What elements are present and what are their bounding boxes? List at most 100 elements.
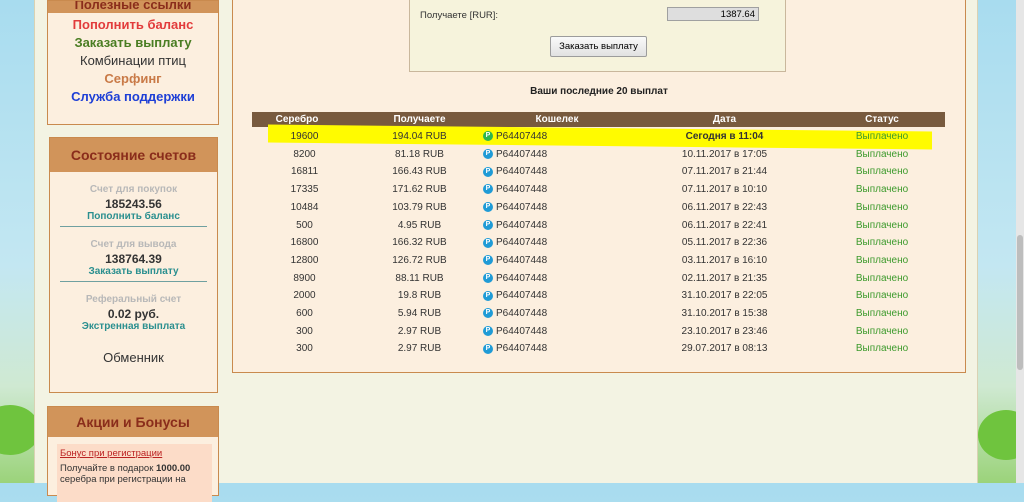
cell-silver: 16811 <box>290 166 319 178</box>
cell-date: 06.11.2017 в 22:41 <box>681 219 768 231</box>
cell-wallet: P P64407448 <box>483 146 593 164</box>
sidebar-link-0[interactable]: Пополнить баланс <box>48 18 218 31</box>
sidebar-link-4[interactable]: Служба поддержки <box>48 90 218 103</box>
cell-silver: 8200 <box>293 148 316 160</box>
wallet-number: P64407448 <box>496 219 548 231</box>
cell-receive: 2.97 RUB <box>397 325 442 337</box>
wallet-number: P64407448 <box>496 148 548 160</box>
payeer-wallet-icon: P <box>483 308 493 319</box>
account-label: Реферальный счет <box>85 294 182 305</box>
promo-text-part1: Получайте в подарок <box>60 463 156 474</box>
account-action-link[interactable]: Экстренная выплата <box>60 321 207 332</box>
exchanger-link[interactable]: Обменник <box>50 350 217 365</box>
cell-date: 31.10.2017 в 15:38 <box>681 308 768 319</box>
receive-amount-field: 1387.64 <box>667 7 759 21</box>
wallet-number: P64407448 <box>496 131 548 142</box>
cell-date: 29.07.2017 в 08:13 <box>681 343 768 355</box>
cell-receive: 2.97 RUB <box>397 343 442 355</box>
cell-status: Выплачено <box>855 201 909 213</box>
wallet-number: P64407448 <box>496 343 548 355</box>
cell-receive: 4.95 RUB <box>397 219 442 231</box>
cell-wallet: P P64407448 <box>483 323 593 341</box>
cell-silver: 300 <box>296 325 313 337</box>
cell-silver: 300 <box>296 343 313 355</box>
cell-receive: 88.11 RUB <box>395 272 444 284</box>
promo-amount: 1000.00 <box>156 463 191 474</box>
payouts-table-title: Ваши последние 20 выплат <box>530 86 668 97</box>
cell-silver: 8900 <box>293 272 316 284</box>
payout-form: Получаете [RUR]: 1387.64 Заказать выплат… <box>409 0 786 72</box>
order-payout-button[interactable]: Заказать выплату <box>550 36 647 57</box>
cell-silver: 12800 <box>290 254 319 266</box>
useful-links-title: Полезные ссылки <box>48 1 218 13</box>
cell-wallet: P P64407448 <box>483 181 593 199</box>
account-action-link[interactable]: Пополнить баланс <box>60 211 207 222</box>
cell-date: 10.11.2017 в 17:05 <box>681 148 768 160</box>
promotions-title: Акции и Бонусы <box>48 407 218 437</box>
cell-wallet: P P64407448 <box>483 252 593 270</box>
payeer-wallet-icon: P <box>483 184 493 195</box>
cell-silver: 19600 <box>290 131 319 142</box>
table-row: 500 4.95 RUB P P64407448 06.11.2017 в 22:41 В… <box>252 217 945 235</box>
payeer-wallet-icon: P <box>483 272 493 283</box>
wallet-number: P64407448 <box>496 237 548 249</box>
sidebar-link-3[interactable]: Серфинг <box>48 72 218 85</box>
payeer-wallet-icon: P <box>483 219 493 230</box>
account-label: Счет для покупок <box>89 184 178 195</box>
useful-links-list: Пополнить баланс Заказать выплату Комбинац… <box>48 18 218 103</box>
account-1: Счет для вывода 138764.39 Заказать выплату <box>60 227 207 282</box>
cell-status: Выплачено <box>855 325 909 337</box>
accounts-list: Счет для покупок 185243.56 Пополнить балан… <box>50 172 217 336</box>
payeer-wallet-icon: P <box>483 290 493 301</box>
cell-silver: 10484 <box>290 201 319 213</box>
promo-card: Бонус при регистрации Получайте в подаро… <box>57 444 212 502</box>
scrollbar-thumb[interactable] <box>1017 235 1023 370</box>
cell-silver: 500 <box>296 219 313 231</box>
payeer-wallet-icon: P <box>483 343 493 354</box>
cell-wallet: P P64407448 <box>483 305 593 323</box>
payeer-wallet-icon: P <box>483 237 493 248</box>
account-balance: 138764.39 <box>105 252 162 266</box>
header-wallet: Кошелек <box>535 114 579 125</box>
header-status: Статус <box>865 114 899 125</box>
account-action-link[interactable]: Заказать выплату <box>60 266 207 277</box>
cell-date: 31.10.2017 в 22:05 <box>681 290 768 302</box>
account-2: Реферальный счет 0.02 руб. Экстренная выпл… <box>60 282 207 336</box>
cell-receive: 5.94 RUB <box>397 308 442 319</box>
cell-receive: 103.79 RUB <box>392 201 447 213</box>
table-row: 300 2.97 RUB P P64407448 23.10.2017 в 23:46 В… <box>252 323 945 341</box>
table-row: 600 5.94 RUB P P64407448 31.10.2017 в 15:38 В… <box>252 305 945 323</box>
cell-wallet: P P64407448 <box>483 234 593 252</box>
cell-status: Выплачено <box>855 237 909 249</box>
vertical-scrollbar[interactable] <box>1016 0 1024 483</box>
cell-status: Выплачено <box>855 272 909 284</box>
sidebar-link-2[interactable]: Комбинации птиц <box>48 54 218 67</box>
cell-date: 03.11.2017 в 16:10 <box>681 254 768 266</box>
wallet-number: P64407448 <box>496 308 548 319</box>
table-row: 10484 103.79 RUB P P64407448 06.11.2017 в 22… <box>252 199 945 217</box>
wallet-number: P64407448 <box>496 254 548 266</box>
accounts-status-box: Состояние счетов Счет для покупок 185243.… <box>49 137 218 393</box>
cell-status: Выплачено <box>855 308 909 319</box>
cell-silver: 600 <box>296 308 313 319</box>
receive-label: Получаете [RUR]: <box>420 10 499 21</box>
table-row: 8200 81.18 RUB P P64407448 10.11.2017 в 17:0… <box>252 146 945 164</box>
cell-receive: 19.8 RUB <box>397 290 442 302</box>
cell-silver: 2000 <box>293 290 316 302</box>
cell-status: Выплачено <box>855 219 909 231</box>
account-0: Счет для покупок 185243.56 Пополнить балан… <box>60 172 207 227</box>
cell-status: Выплачено <box>855 131 909 142</box>
table-row: 12800 126.72 RUB P P64407448 03.11.2017 в 16… <box>252 252 945 270</box>
cell-wallet: P P64407448 <box>483 199 593 217</box>
sidebar-link-1[interactable]: Заказать выплату <box>48 36 218 49</box>
registration-bonus-link[interactable]: Бонус при регистрации <box>60 448 209 459</box>
wallet-number: P64407448 <box>496 325 548 337</box>
cell-silver: 16800 <box>290 237 319 249</box>
cell-receive: 81.18 RUB <box>395 148 444 160</box>
accounts-status-title: Состояние счетов <box>50 138 217 172</box>
cell-status: Выплачено <box>855 343 909 355</box>
payeer-wallet-icon: P <box>483 166 493 177</box>
cell-receive: 171.62 RUB <box>392 184 447 196</box>
promo-text-part2: серебра при регистрации на <box>60 474 186 485</box>
cell-receive: 166.43 RUB <box>392 166 447 178</box>
